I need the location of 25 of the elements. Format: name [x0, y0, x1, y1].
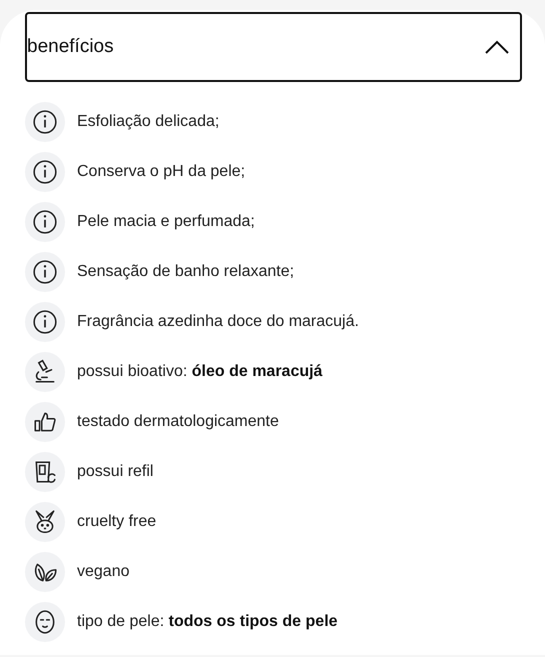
- benefit-text: possui refil: [77, 463, 154, 481]
- refill-icon: [25, 452, 65, 492]
- info-icon: [25, 252, 65, 292]
- benefit-text: Conserva o pH da pele;: [77, 163, 246, 181]
- info-icon: [25, 102, 65, 142]
- thumbs-up-icon: [25, 402, 65, 442]
- microscope-icon: [25, 352, 65, 392]
- chevron-icon: [484, 39, 510, 55]
- benefit-text: Sensação de banho relaxante;: [77, 263, 294, 281]
- benefit-text: testado dermatologicamente: [77, 413, 279, 431]
- info-icon: [25, 202, 65, 242]
- benefit-text: Fragrância azedinha doce do maracujá.: [77, 313, 359, 331]
- accordion-title: benefícios: [27, 36, 114, 58]
- rabbit-icon: [25, 502, 65, 542]
- benefit-text: tipo de pele: todos os tipos de pele: [77, 613, 338, 631]
- benefit-text: possui bioativo: óleo de maracujá: [77, 363, 322, 381]
- leaves-icon: [25, 552, 65, 592]
- info-icon: [25, 152, 65, 192]
- benefit-text: Esfoliação delicada;: [77, 113, 220, 131]
- accordion-header[interactable]: benefícios: [25, 12, 522, 82]
- benefit-text: cruelty free: [77, 513, 156, 531]
- info-icon: [25, 302, 65, 342]
- benefit-text: Pele macia e perfumada;: [77, 213, 255, 231]
- face-icon: [25, 602, 65, 642]
- benefit-text: vegano: [77, 563, 130, 581]
